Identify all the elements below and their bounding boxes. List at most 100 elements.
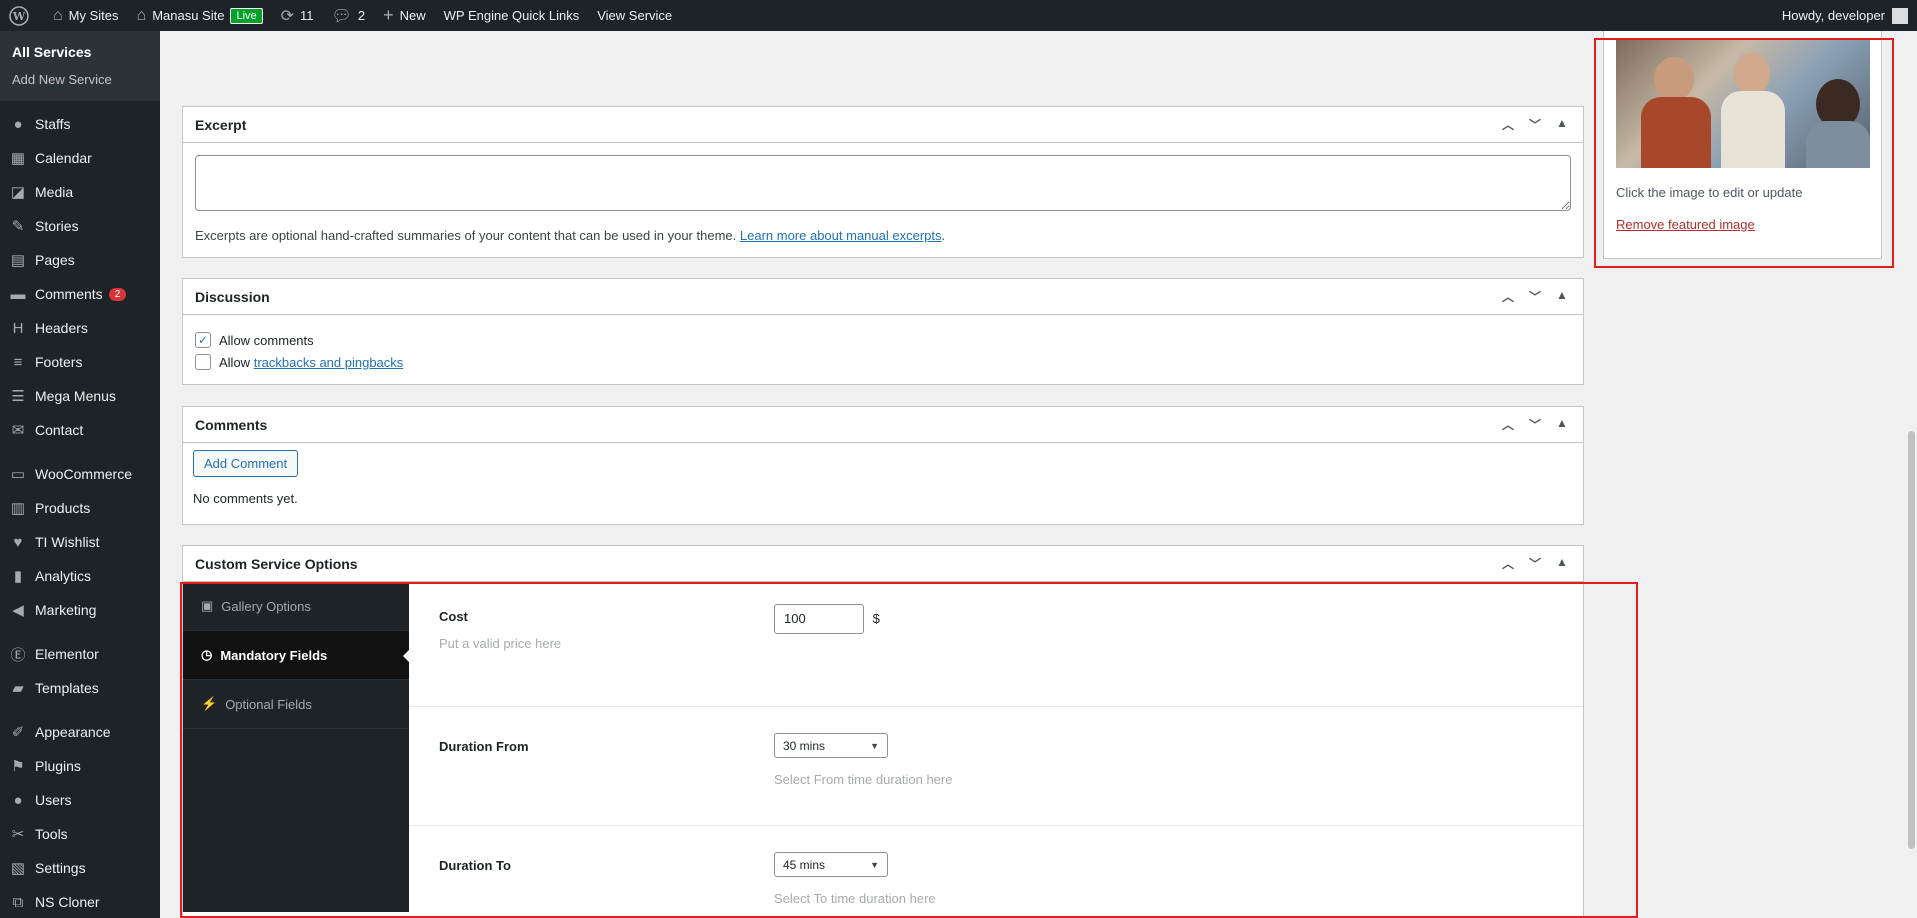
tab-optional-label: Optional Fields xyxy=(225,696,312,712)
sidebar-item-plugins[interactable]: ⚑ Plugins xyxy=(0,749,160,783)
sidebar-item-label: Analytics xyxy=(35,568,92,584)
allow-pings-checkbox[interactable] xyxy=(195,354,211,370)
svg-text:W: W xyxy=(12,10,26,23)
sidebar-item-media[interactable]: ◪ Media xyxy=(0,175,160,209)
move-up-icon[interactable]: ︿ xyxy=(1499,555,1517,572)
comments-header: Comments ︿ ﹀ ▲ xyxy=(183,407,1583,443)
allow-comments-checkbox[interactable]: ✓ xyxy=(195,332,211,348)
remove-featured-image-link[interactable]: Remove featured image xyxy=(1616,217,1755,232)
sidebar-item-woocommerce[interactable]: ▭ WooCommerce xyxy=(0,457,160,491)
sidebar-item-pages[interactable]: ▤ Pages xyxy=(0,243,160,277)
sidebar-item-settings[interactable]: ▧ Settings xyxy=(0,851,160,885)
heart-icon: ♥ xyxy=(13,533,23,551)
site-name-button[interactable]: ⌂ Manasu Site Live xyxy=(128,0,272,31)
cost-input[interactable]: 100 xyxy=(774,604,864,634)
sidebar-item-label: NS Cloner xyxy=(35,894,100,910)
admin-bar: W ⌂ My Sites ⌂ Manasu Site Live ⟳ 11 💬︎ … xyxy=(0,0,1917,31)
sidebar-item-analytics[interactable]: ▮ Analytics xyxy=(0,559,160,593)
wp-engine-quick-links[interactable]: WP Engine Quick Links xyxy=(435,0,589,31)
updates-button[interactable]: ⟳ 11 xyxy=(272,0,323,31)
my-sites-label: My Sites xyxy=(68,8,119,23)
sidebar-item-comments[interactable]: ▬ Comments 2 xyxy=(0,277,160,311)
move-down-icon[interactable]: ﹀ xyxy=(1526,116,1544,133)
toggle-panel-icon[interactable]: ▲ xyxy=(1553,116,1571,133)
my-account-button[interactable]: Howdy, developer xyxy=(1773,0,1917,31)
tab-gallery-options[interactable]: ▣ Gallery Options xyxy=(183,582,409,631)
add-comment-button[interactable]: Add Comment xyxy=(193,450,299,477)
sidebar-item-marketing[interactable]: ◀ Marketing xyxy=(0,593,160,627)
page-scrollbar[interactable] xyxy=(1906,31,1917,918)
duration-from-label: Duration From xyxy=(439,739,529,754)
duration-to-label: Duration To xyxy=(439,858,511,873)
sidebar-item-contact[interactable]: ✉ Contact xyxy=(0,413,160,447)
sidebar-item-label: Users xyxy=(35,792,72,808)
move-down-icon[interactable]: ﹀ xyxy=(1526,416,1544,433)
wp-logo-button[interactable]: W xyxy=(0,0,44,31)
move-up-icon[interactable]: ︿ xyxy=(1499,416,1517,433)
move-down-icon[interactable]: ﹀ xyxy=(1526,288,1544,305)
featured-image[interactable] xyxy=(1616,39,1870,168)
duration-to-desc: Select To time duration here xyxy=(774,891,936,906)
sidebar-item-stories[interactable]: ✎ Stories xyxy=(0,209,160,243)
wrench-icon: ✂ xyxy=(11,826,25,843)
admin-menu: ● Staffs ▦ Calendar ◪ Media ✎ Stories ▤ Pages ▬ Com… xyxy=(0,101,160,918)
wordpress-icon: W xyxy=(9,5,29,26)
discussion-title: Discussion xyxy=(195,288,270,305)
excerpt-postbox: Excerpt ︿ ﹀ ▲ Excerpts are optional hand… xyxy=(182,106,1584,258)
duration-from-select[interactable]: 30 mins ▼ xyxy=(774,733,888,758)
sidebar-item-ns-cloner[interactable]: ⧉ NS Cloner xyxy=(0,885,160,918)
toggle-panel-icon[interactable]: ▲ xyxy=(1553,555,1571,572)
submenu-all-services[interactable]: All Services xyxy=(0,38,160,66)
avatar xyxy=(1892,7,1908,24)
sidebar-item-footers[interactable]: ≡ Footers xyxy=(0,345,160,379)
services-submenu: All Services Add New Service xyxy=(0,31,160,101)
sidebar-item-tools[interactable]: ✂ Tools xyxy=(0,817,160,851)
comments-button[interactable]: 💬︎ 2 xyxy=(323,0,375,31)
duration-to-select[interactable]: 45 mins ▼ xyxy=(774,852,888,877)
cso-title: Custom Service Options xyxy=(195,555,358,572)
sidebar-item-appearance[interactable]: ✐ Appearance xyxy=(0,715,160,749)
excerpt-header: Excerpt ︿ ﹀ ▲ xyxy=(183,107,1583,143)
top-divider xyxy=(182,37,1584,38)
my-sites-button[interactable]: ⌂ My Sites xyxy=(44,0,128,31)
comments-title: Comments xyxy=(195,416,268,433)
sidebar-item-label: Comments xyxy=(35,286,103,302)
sidebar-item-calendar[interactable]: ▦ Calendar xyxy=(0,141,160,175)
postbox-handles: ︿ ﹀ ▲ xyxy=(1499,555,1571,572)
featured-click-hint: Click the image to edit or update xyxy=(1616,185,1803,200)
sidebar-item-label: Contact xyxy=(35,422,84,438)
allow-pings-row: Allow trackbacks and pingbacks xyxy=(195,351,1571,373)
view-service-link[interactable]: View Service xyxy=(588,0,681,31)
tab-optional-fields[interactable]: ⚡ Optional Fields xyxy=(183,680,409,729)
sidebar-item-headers[interactable]: H Headers xyxy=(0,311,160,345)
cso-header: Custom Service Options ︿ ﹀ ▲ xyxy=(183,546,1583,582)
scrollbar-thumb[interactable] xyxy=(1908,431,1915,849)
cost-row: Cost Put a valid price here 100 $ xyxy=(409,582,1583,707)
cost-label: Cost xyxy=(439,609,468,624)
sidebar-item-label: Settings xyxy=(35,860,86,876)
sidebar-item-products[interactable]: ▥ Products xyxy=(0,491,160,525)
toggle-panel-icon[interactable]: ▲ xyxy=(1553,416,1571,433)
menu-separator xyxy=(0,705,160,715)
sidebar-item-mega-menus[interactable]: ☰ Mega Menus xyxy=(0,379,160,413)
cost-desc: Put a valid price here xyxy=(439,636,562,651)
sidebar-item-elementor[interactable]: Ⓔ Elementor xyxy=(0,637,160,671)
trackbacks-link[interactable]: trackbacks and pingbacks xyxy=(254,355,404,370)
megaphone-icon: ◀ xyxy=(12,602,24,619)
submenu-add-new-service[interactable]: Add New Service xyxy=(0,66,160,93)
tab-mandatory-fields[interactable]: ◷ Mandatory Fields xyxy=(183,631,409,680)
move-down-icon[interactable]: ﹀ xyxy=(1526,555,1544,572)
move-up-icon[interactable]: ︿ xyxy=(1499,116,1517,133)
sidebar-item-label: Pages xyxy=(35,252,75,268)
toggle-panel-icon[interactable]: ▲ xyxy=(1553,288,1571,305)
sidebar-item-users[interactable]: ● Users xyxy=(0,783,160,817)
chevron-down-icon: ▼ xyxy=(870,740,879,751)
sidebar-item-label: Elementor xyxy=(35,646,99,662)
sidebar-item-templates[interactable]: ▰ Templates xyxy=(0,671,160,705)
manual-excerpts-link[interactable]: Learn more about manual excerpts xyxy=(740,228,942,243)
move-up-icon[interactable]: ︿ xyxy=(1499,288,1517,305)
sidebar-item-staffs[interactable]: ● Staffs xyxy=(0,107,160,141)
new-content-button[interactable]: + New xyxy=(374,0,435,31)
excerpt-textarea[interactable] xyxy=(195,155,1571,211)
sidebar-item-ti-wishlist[interactable]: ♥ TI Wishlist xyxy=(0,525,160,559)
